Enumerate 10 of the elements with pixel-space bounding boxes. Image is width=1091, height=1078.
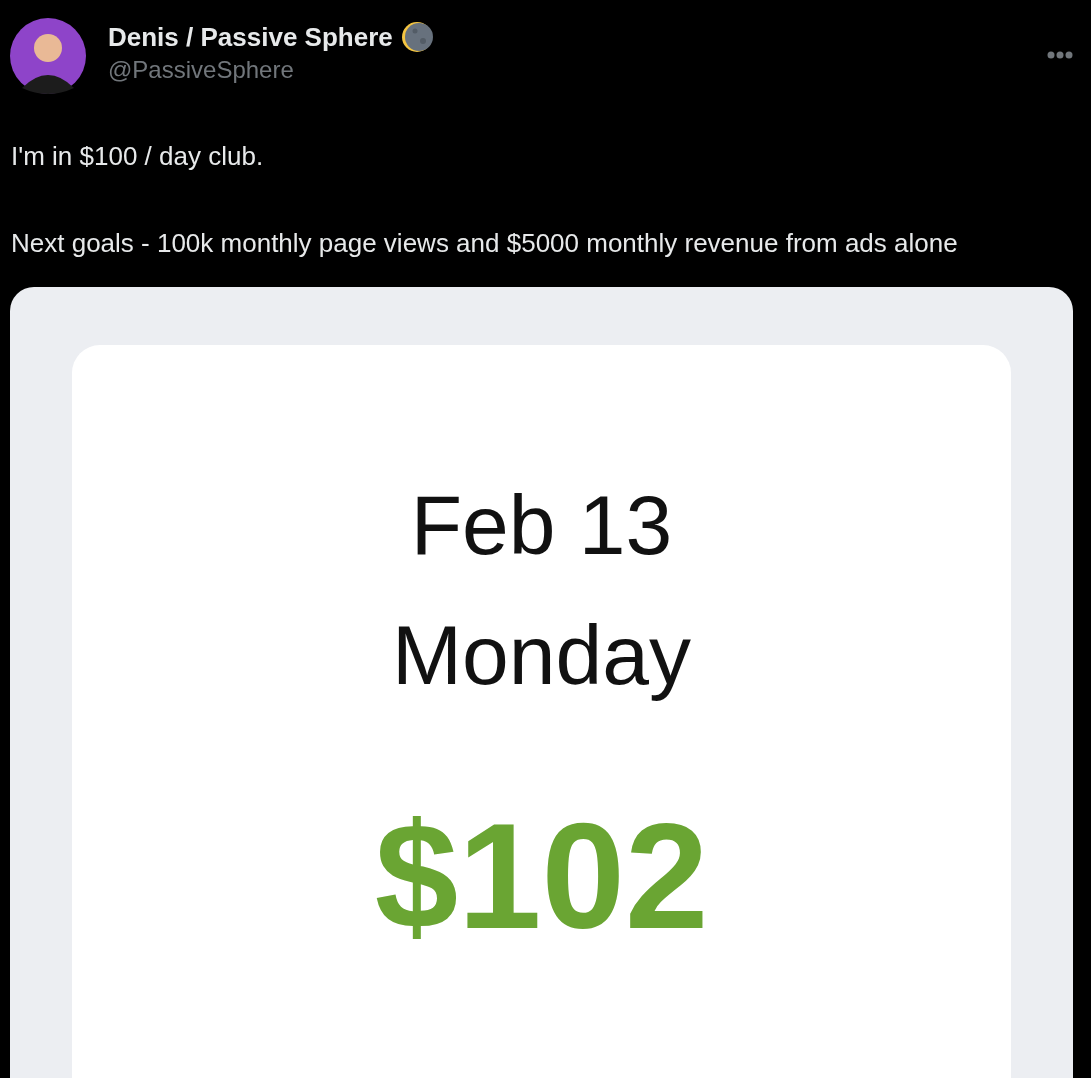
tweet-text: Next goals - 100k monthly page views and $5000 monthly revenue from ads alone — [11, 227, 959, 260]
author-name[interactable]: Denis / Passive Sphere — [108, 20, 393, 54]
author-handle[interactable]: @PassiveSphere — [108, 54, 433, 86]
date-text: Feb 13 — [410, 477, 673, 574]
amount-text: $102 — [374, 791, 709, 961]
weekday-text: Monday — [392, 607, 691, 704]
tweet-text: I'm in $100 / day club. — [11, 140, 265, 173]
more-icon[interactable] — [1047, 51, 1073, 59]
moon-icon — [400, 21, 433, 53]
avatar[interactable] — [10, 18, 86, 94]
